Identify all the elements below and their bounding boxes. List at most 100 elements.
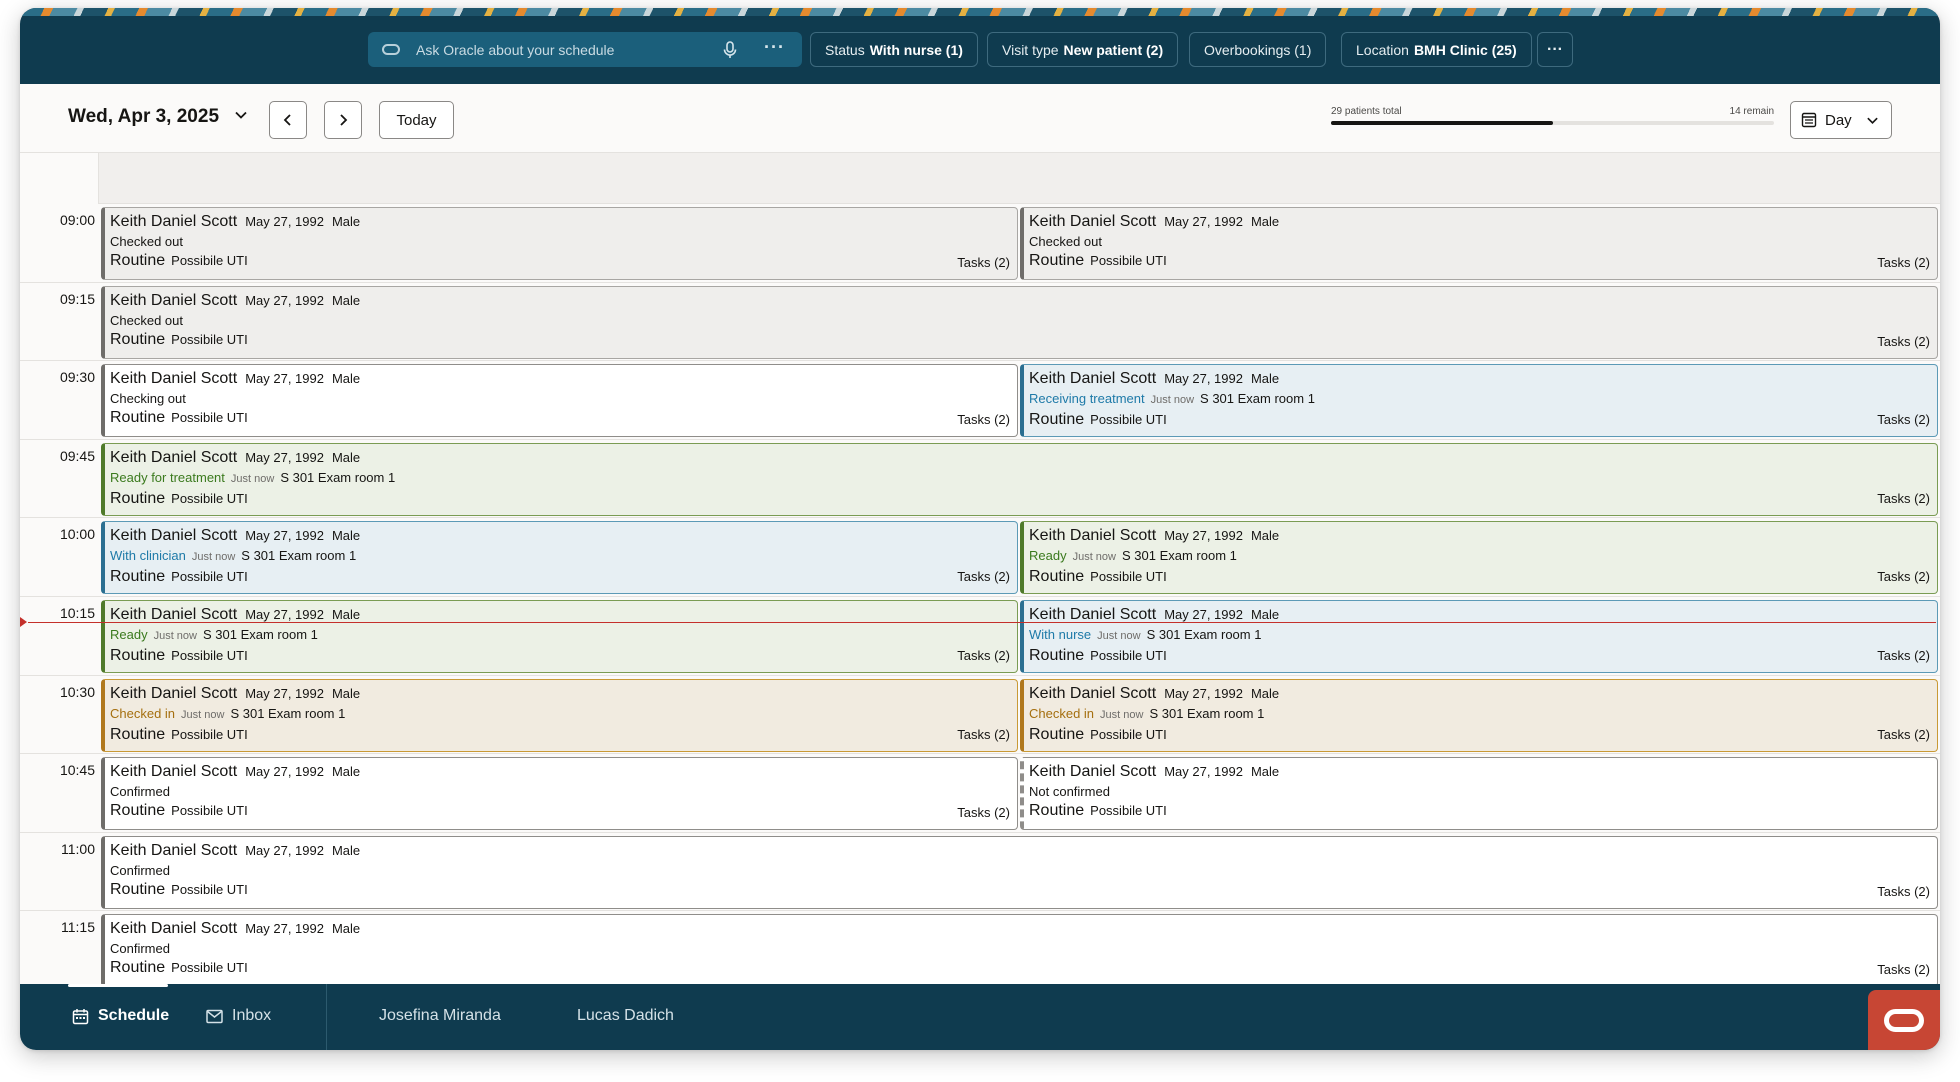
patient-name: Keith Daniel Scott bbox=[110, 448, 238, 466]
bottom-nav: Schedule Inbox Josefina Miranda Lucas Da… bbox=[20, 984, 1940, 1050]
search-more-icon[interactable]: ··· bbox=[764, 37, 785, 58]
appointment-card[interactable]: Keith Daniel Scott May 27, 1992 Male Ready J… bbox=[1020, 521, 1938, 595]
status-text: Not confirmed bbox=[1029, 784, 1110, 800]
time-label: 10:45 bbox=[59, 762, 95, 779]
appointment-card[interactable]: Keith Daniel Scott May 27, 1992 Male Ready … bbox=[101, 442, 1938, 516]
tasks-link[interactable]: Tasks (2) bbox=[1877, 255, 1930, 270]
patient-dob: May 27, 1992 bbox=[245, 292, 324, 308]
tasks-link[interactable]: Tasks (2) bbox=[957, 805, 1010, 820]
today-button[interactable]: Today bbox=[379, 101, 454, 139]
chevron-down-icon[interactable] bbox=[234, 108, 248, 122]
tasks-link[interactable]: Tasks (2) bbox=[1877, 569, 1930, 584]
day-schedule-grid: 09:00 09:15 09:30 09:45 10:00 10:15 10:30 10:45… bbox=[20, 204, 1940, 990]
filter-chip-overbookings[interactable]: Overbookings (1) bbox=[1189, 32, 1327, 67]
status-text: Confirmed bbox=[110, 784, 170, 800]
status-text: With nurse bbox=[1029, 627, 1092, 642]
patients-remain-label: 14 remain bbox=[1729, 106, 1774, 117]
appointment-card[interactable]: Keith Daniel Scott May 27, 1992 Male Confir… bbox=[101, 757, 1018, 831]
microphone-icon[interactable] bbox=[722, 41, 738, 59]
tab-schedule-label: Schedule bbox=[98, 1007, 170, 1024]
room-label: S 301 Exam room 1 bbox=[1146, 627, 1262, 642]
next-day-button[interactable] bbox=[324, 101, 362, 139]
status-text: Confirmed bbox=[110, 941, 170, 957]
appointment-reason-line: Routine Possibile UTI bbox=[110, 725, 1010, 745]
appointment-card[interactable]: Keith Daniel Scott May 27, 1992 Male With c… bbox=[101, 521, 1018, 595]
visit-reason: Possibile UTI bbox=[1090, 253, 1167, 268]
appointment-status-line: Checked in Just now S 301 Exam room 1 bbox=[1029, 704, 1930, 725]
filter-chip-visit-type[interactable]: Visit type New patient (2) bbox=[987, 32, 1179, 67]
appointment-patient-line: Keith Daniel Scott May 27, 1992 Male bbox=[110, 841, 1930, 861]
appointment-reason-line: Routine Possibile UTI bbox=[110, 880, 1930, 900]
appointment-card[interactable]: Keith Daniel Scott May 27, 1992 Male With n… bbox=[1020, 600, 1938, 673]
appointment-card[interactable]: Keith Daniel Scott May 27, 1992 Male Checke… bbox=[101, 678, 1018, 752]
more-filters-button[interactable]: ··· bbox=[1537, 32, 1573, 67]
tab-inbox-label: Inbox bbox=[232, 1007, 272, 1024]
tasks-link[interactable]: Tasks (2) bbox=[957, 727, 1010, 742]
tasks-link[interactable]: Tasks (2) bbox=[1877, 884, 1930, 899]
time-label: 09:00 bbox=[59, 212, 95, 228]
appointment-card[interactable]: Keith Daniel Scott May 27, 1992 Male Not co… bbox=[1020, 757, 1938, 831]
patient-name: Keith Daniel Scott bbox=[110, 527, 238, 545]
patient-name: Keith Daniel Scott bbox=[110, 684, 238, 702]
top-header: ··· StatusWith nurse (1) Visit typeNew p… bbox=[20, 8, 1940, 84]
tasks-link[interactable]: Tasks (2) bbox=[957, 412, 1010, 427]
tab-user-josefina-miranda[interactable]: Josefina Miranda bbox=[379, 1007, 501, 1025]
appointment-card[interactable]: Keith Daniel Scott May 27, 1992 Male Checki… bbox=[101, 364, 1018, 438]
oracle-search-input[interactable] bbox=[416, 41, 716, 58]
tasks-link[interactable]: Tasks (2) bbox=[1877, 334, 1930, 349]
tasks-link[interactable]: Tasks (2) bbox=[1877, 648, 1930, 663]
priority-label: Routine bbox=[1029, 411, 1085, 429]
oracle-assistant-icon bbox=[382, 44, 400, 55]
patient-gender: Male bbox=[331, 371, 361, 387]
status-text: Checked out bbox=[110, 312, 183, 328]
appointment-card[interactable]: Keith Daniel Scott May 27, 1992 Male Ready J… bbox=[101, 600, 1018, 673]
tasks-link[interactable]: Tasks (2) bbox=[957, 255, 1010, 270]
priority-label: Routine bbox=[110, 489, 166, 507]
priority-label: Routine bbox=[1029, 647, 1085, 664]
room-label: S 301 Exam room 1 bbox=[280, 469, 396, 485]
status-text: Checked in bbox=[1029, 705, 1095, 721]
visit-reason: Possibile UTI bbox=[171, 960, 248, 976]
appointment-card[interactable]: Keith Daniel Scott May 27, 1992 Male Confir… bbox=[101, 914, 1938, 988]
appointment-reason-line: Routine Possibile UTI bbox=[110, 958, 1930, 978]
visit-reason: Possibile UTI bbox=[1090, 648, 1167, 663]
priority-label: Routine bbox=[1029, 568, 1085, 586]
status-time: Just now bbox=[1097, 630, 1141, 642]
patient-dob: May 27, 1992 bbox=[1164, 371, 1243, 387]
status-text: Checking out bbox=[110, 391, 186, 407]
tasks-link[interactable]: Tasks (2) bbox=[1877, 491, 1930, 506]
tasks-link[interactable]: Tasks (2) bbox=[1877, 727, 1930, 742]
tab-schedule[interactable]: Schedule bbox=[72, 1007, 169, 1025]
tasks-link[interactable]: Tasks (2) bbox=[957, 648, 1010, 663]
appointment-status-line: Confirmed bbox=[110, 861, 1930, 880]
tab-inbox[interactable]: Inbox bbox=[206, 1007, 271, 1025]
appointment-card[interactable]: Keith Daniel Scott May 27, 1992 Male Confir… bbox=[101, 835, 1938, 909]
appointment-reason-line: Routine Possibile UTI bbox=[110, 330, 1930, 350]
view-select[interactable]: Day bbox=[1790, 101, 1892, 139]
oracle-logo-button[interactable] bbox=[1868, 990, 1940, 1050]
appointment-card[interactable]: Keith Daniel Scott May 27, 1992 Male Checke… bbox=[1020, 207, 1938, 280]
appointment-status-line: With clinician Just now S 301 Exam room 1 bbox=[110, 546, 1010, 567]
patient-gender: Male bbox=[1250, 528, 1280, 544]
date-selector[interactable]: Wed, Apr 3, 2025 bbox=[68, 106, 219, 128]
previous-day-button[interactable] bbox=[269, 101, 307, 139]
filter-chip-status[interactable]: Status With nurse (1) bbox=[810, 32, 978, 67]
tasks-link[interactable]: Tasks (2) bbox=[1877, 412, 1930, 427]
appointment-status-line: Not confirmed bbox=[1029, 782, 1930, 801]
appointment-card[interactable]: Keith Daniel Scott May 27, 1992 Male Checke… bbox=[101, 207, 1018, 280]
appointment-card[interactable]: Keith Daniel Scott May 27, 1992 Male Checke… bbox=[1020, 678, 1938, 752]
status-time: Just now bbox=[1100, 708, 1144, 721]
tab-user-lucas-dadich[interactable]: Lucas Dadich bbox=[577, 1007, 674, 1025]
filter-label: Location bbox=[1356, 41, 1409, 58]
oracle-search-bar[interactable]: ··· bbox=[368, 32, 802, 67]
tasks-link[interactable]: Tasks (2) bbox=[1877, 962, 1930, 977]
appointment-card[interactable]: Keith Daniel Scott May 27, 1992 Male Checke… bbox=[101, 285, 1938, 359]
filter-chip-location[interactable]: Location BMH Clinic (25) bbox=[1341, 32, 1532, 67]
appointment-patient-line: Keith Daniel Scott May 27, 1992 Male bbox=[110, 684, 1010, 704]
status-time: Just now bbox=[1072, 551, 1116, 564]
footer-divider bbox=[326, 984, 327, 1050]
tasks-link[interactable]: Tasks (2) bbox=[957, 569, 1010, 584]
patient-gender: Male bbox=[331, 842, 361, 858]
appointment-card[interactable]: Keith Daniel Scott May 27, 1992 Male Receiv… bbox=[1020, 364, 1938, 438]
more-icon: ··· bbox=[1547, 40, 1563, 58]
